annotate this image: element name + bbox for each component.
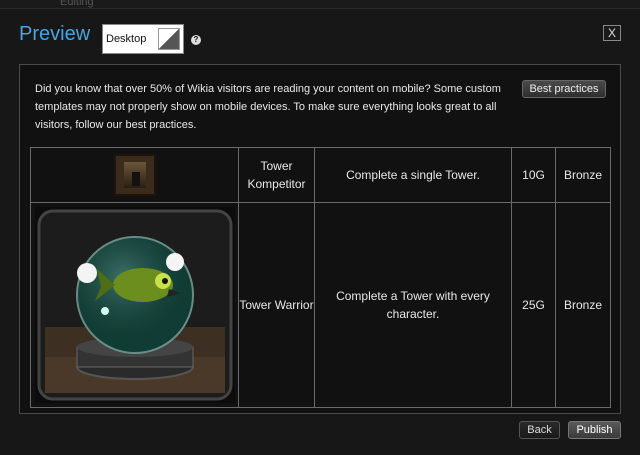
achievements-table: Tower Kompetitor Complete a single Tower… [30,147,611,408]
achievement-points: 10G [511,147,556,203]
table-row: Tower Kompetitor Complete a single Tower… [30,147,611,203]
achievement-tier: Bronze [555,147,611,203]
achievement-tier: Bronze [555,202,611,408]
achievement-icon-cell [30,147,239,203]
achievement-description: Complete a single Tower. [314,147,512,203]
view-mode-select[interactable]: Desktop [102,24,184,54]
achievement-name: Tower Kompetitor [238,147,315,203]
achievement-name: Tower Warrior [238,202,315,408]
view-mode-value: Desktop [106,33,147,45]
help-icon[interactable]: ? [191,35,201,45]
dropdown-arrow-icon [158,28,180,50]
background-edit-label: Editing [60,0,94,8]
best-practices-button[interactable]: Best practices [522,80,606,98]
preview-panel: Did you know that over 50% of Wikia visi… [19,64,621,414]
modal-title: Preview [19,23,91,45]
preview-modal: Preview Desktop ? X Did you know that ov… [0,8,640,455]
mobile-notice-text: Did you know that over 50% of Wikia visi… [35,83,501,131]
table-row: Tower Warrior Complete a Tower with ever… [30,202,611,408]
background-page: Editing [0,0,640,8]
tower-thumbnail-image [113,154,156,196]
publish-button[interactable]: Publish [568,421,621,439]
back-button[interactable]: Back [519,421,560,439]
fish-globe-image [34,207,235,403]
close-button[interactable]: X [603,25,621,41]
achievement-icon-cell [30,202,239,408]
achievement-description: Complete a Tower with every character. [314,202,512,408]
achievement-points: 25G [511,202,556,408]
